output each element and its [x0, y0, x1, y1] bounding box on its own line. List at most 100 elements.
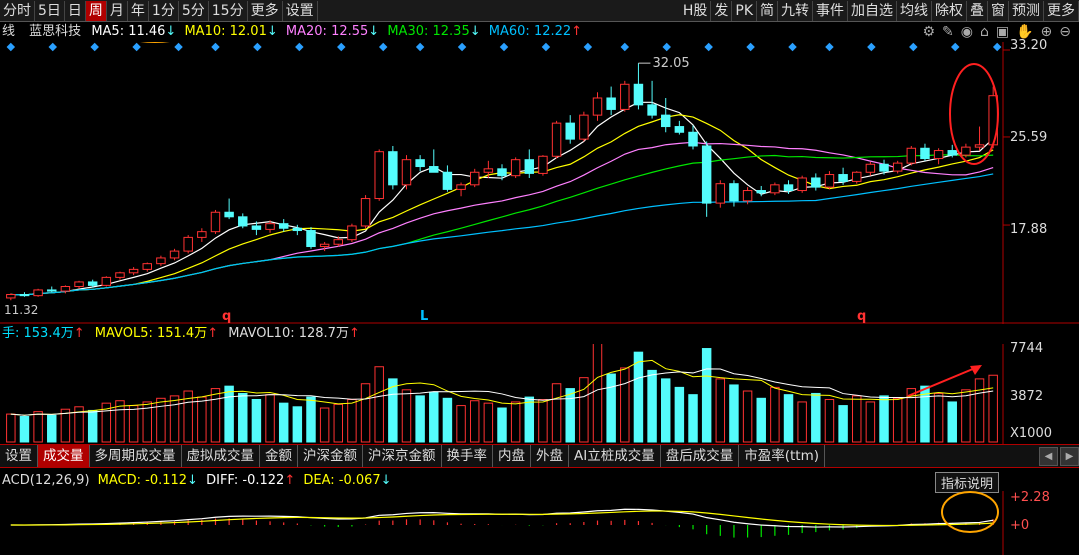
toolbar-right-item-9[interactable]: 叠: [967, 0, 988, 21]
volume-bar: [210, 388, 221, 443]
price-axis-mid: 25.59: [1010, 130, 1048, 145]
scroll-right-icon[interactable]: ▶: [1060, 446, 1079, 466]
candle: [920, 143, 930, 161]
volume-bar: [892, 397, 903, 443]
signal-marker: [825, 42, 834, 52]
toolbar-right-item-5[interactable]: 事件: [813, 0, 848, 21]
tab-12[interactable]: 市盈率(ttm): [739, 445, 825, 467]
tab-1[interactable]: 成交量: [38, 445, 90, 467]
candle: [620, 80, 630, 112]
settings-icon[interactable]: ⚙: [922, 24, 935, 40]
volume-bar: [169, 395, 180, 443]
volume-bar: [974, 378, 985, 443]
lock-icon[interactable]: ▣: [996, 24, 1009, 40]
signal-marker: [211, 42, 220, 52]
candle: [74, 280, 84, 289]
tab-0[interactable]: 设置: [0, 445, 38, 467]
candle: [483, 160, 494, 178]
volume-bar: [701, 348, 712, 443]
volume-bar: [497, 407, 507, 443]
candle: [852, 171, 862, 184]
tab-4[interactable]: 金额: [260, 445, 298, 467]
volume-bar: [961, 389, 971, 443]
price-chart[interactable]: 32.05 11.32 q Lq: [0, 42, 1079, 324]
toolbar-item-0[interactable]: 分时: [0, 0, 35, 21]
volume-bar: [783, 394, 794, 443]
toolbar-right-item-11[interactable]: 预测: [1009, 0, 1044, 21]
candle: [906, 145, 917, 166]
volume-bar: [606, 373, 616, 443]
toolbar-right-item-4[interactable]: 九转: [778, 0, 813, 21]
toolbar-right-item-2[interactable]: PK: [732, 0, 757, 21]
volume-bar: [824, 399, 835, 443]
candle: [415, 155, 425, 172]
tab-8[interactable]: 内盘: [493, 445, 531, 467]
macd-highlight-circle: [941, 491, 999, 533]
volume-bar: [729, 384, 739, 443]
toolbar-item-2[interactable]: 日: [65, 0, 86, 21]
candle: [797, 175, 807, 193]
volume-bar: [770, 386, 780, 443]
shop-icon[interactable]: ⌂: [980, 24, 989, 40]
toolbar-right-item-1[interactable]: 发: [711, 0, 733, 21]
diff-value: DIFF: -0.122: [206, 473, 285, 488]
tab-9[interactable]: 外盘: [531, 445, 569, 467]
toolbar-right-item-0[interactable]: H股: [680, 0, 712, 21]
toolbar-item-10[interactable]: 设置: [283, 0, 318, 21]
toolbar-right-item-12[interactable]: 更多: [1044, 0, 1079, 21]
toolbar-item-9[interactable]: 更多: [248, 0, 283, 21]
tab-6[interactable]: 沪深京金额: [363, 445, 442, 467]
tab-3[interactable]: 虚拟成交量: [182, 445, 260, 467]
candle: [156, 255, 166, 266]
volume-bar: [524, 396, 535, 443]
toolbar-item-4[interactable]: 月: [107, 0, 128, 21]
volume-header: 手: 153.4万↑ MAVOL5: 151.4万↑ MAVOL10: 128.…: [2, 326, 360, 341]
signal-marker: [415, 42, 425, 52]
toolbar-item-3[interactable]: 周: [85, 0, 107, 21]
toolbar-item-8[interactable]: 15分: [209, 0, 248, 21]
pen-icon[interactable]: ✎: [942, 24, 954, 40]
eye-icon[interactable]: ◉: [961, 24, 973, 40]
candle: [974, 126, 985, 151]
macd-chart[interactable]: [0, 491, 1079, 555]
indicator-help-button[interactable]: 指标说明: [934, 472, 999, 493]
volume-chart[interactable]: [0, 344, 1079, 444]
zoom-out-icon[interactable]: ⊖: [1059, 24, 1071, 40]
stock-name: 蓝思科技: [29, 24, 82, 39]
signal-marker: [174, 42, 183, 52]
candle: [933, 148, 944, 165]
ma10-label: MA10: 12.01: [184, 24, 267, 39]
tab-5[interactable]: 沪深金额: [298, 445, 363, 467]
signal-marker: [541, 42, 551, 52]
tab-2[interactable]: 多周期成交量: [90, 445, 182, 467]
signal-marker: [746, 42, 755, 52]
toolbar-right-item-3[interactable]: 简: [757, 0, 778, 21]
volume-bar: [933, 392, 944, 443]
toolbar-right-item-8[interactable]: 除权: [932, 0, 967, 21]
tab-11[interactable]: 盘后成交量: [661, 445, 740, 467]
volume-bar: [251, 399, 262, 443]
volume-bar: [538, 399, 548, 443]
candle: [401, 155, 412, 190]
volume-bar: [197, 396, 207, 443]
volume-bar: [47, 414, 57, 443]
candle: [224, 198, 234, 220]
toolbar-item-7[interactable]: 5分: [179, 0, 209, 21]
toolbar-item-1[interactable]: 5日: [35, 0, 65, 21]
volume-bar: [483, 402, 494, 443]
toolbar-right-item-6[interactable]: 加自选: [848, 0, 897, 21]
macd-axis-top: +2.28: [1010, 490, 1050, 505]
toolbar-right-item-10[interactable]: 窗: [988, 0, 1009, 21]
candle: [19, 292, 30, 297]
volume-bar: [469, 400, 480, 443]
signal-marker: [6, 42, 16, 52]
volume-bar: [333, 403, 344, 443]
toolbar-item-6[interactable]: 1分: [149, 0, 179, 21]
tab-7[interactable]: 换手率: [442, 445, 493, 467]
scroll-left-icon[interactable]: ◀: [1039, 446, 1058, 466]
volume-bar: [278, 402, 289, 443]
candle: [429, 149, 439, 173]
tab-10[interactable]: AI立桩成交量: [569, 445, 661, 467]
toolbar-right-item-7[interactable]: 均线: [897, 0, 932, 21]
toolbar-item-5[interactable]: 年: [128, 0, 149, 21]
